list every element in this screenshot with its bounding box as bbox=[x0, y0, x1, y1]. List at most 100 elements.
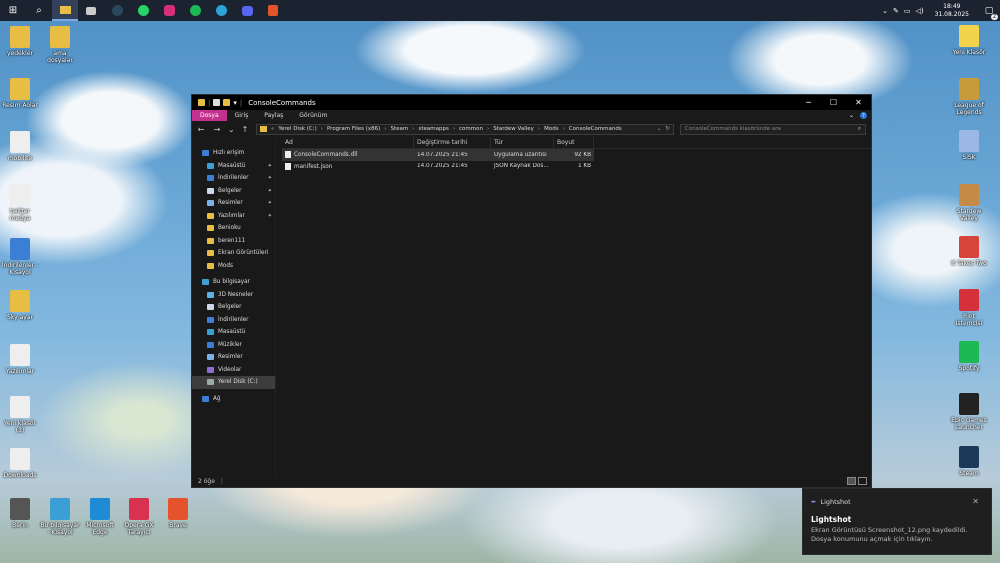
sidebar-item[interactable]: beren111 bbox=[192, 235, 275, 248]
search-icon[interactable]: ⌕ bbox=[26, 0, 52, 21]
column-type[interactable]: Tür bbox=[491, 136, 554, 149]
sidebar-item[interactable]: İndirilenler ✦ bbox=[192, 172, 275, 185]
tab-home[interactable]: Giriş bbox=[227, 110, 257, 121]
desktop-icon[interactable]: Steam bbox=[949, 446, 989, 477]
expand-ribbon-icon[interactable]: ⌄ bbox=[849, 112, 854, 119]
edge-icon[interactable] bbox=[208, 0, 234, 21]
desktop-icon[interactable]: Brave bbox=[158, 498, 198, 529]
desktop-icon[interactable]: Bu bilgisayar - Kısayol bbox=[40, 498, 80, 536]
maximize-button[interactable]: ☐ bbox=[821, 95, 846, 110]
large-icons-view-button[interactable] bbox=[858, 477, 867, 485]
desktop-icon[interactable]: Sky ayar bbox=[0, 290, 40, 321]
sidebar-item[interactable]: Mods bbox=[192, 260, 275, 273]
forward-button[interactable]: → bbox=[212, 125, 222, 134]
desktop-icon[interactable]: League of Legends bbox=[949, 78, 989, 116]
network-icon[interactable]: ▭ bbox=[904, 7, 911, 15]
breadcrumb-item[interactable]: Stardew Valley bbox=[493, 126, 534, 132]
tab-view[interactable]: Görünüm bbox=[291, 110, 335, 121]
desktop-icon[interactable]: Yeni klasör (3) bbox=[0, 396, 40, 434]
desktop-icon[interactable]: twitter medya bbox=[0, 184, 40, 222]
sidebar-item[interactable]: Benioku bbox=[192, 222, 275, 235]
column-name[interactable]: Ad bbox=[282, 136, 414, 149]
close-icon[interactable]: ✕ bbox=[972, 497, 979, 506]
desktop-icon[interactable]: Resim Aolar bbox=[0, 78, 40, 109]
start-icon[interactable]: ⊞ bbox=[0, 0, 26, 21]
volume-icon[interactable]: ◁) bbox=[916, 7, 924, 15]
desktop-icon[interactable]: Microsoft Edge bbox=[80, 498, 120, 536]
column-date[interactable]: Değiştirme tarihi bbox=[414, 136, 491, 149]
notification-center-icon[interactable]: ▢ 2 bbox=[982, 4, 998, 20]
desktop-icon[interactable]: Yeni Klasör bbox=[949, 25, 989, 56]
sidebar-item[interactable]: Yazılımlar ✦ bbox=[192, 210, 275, 223]
refresh-icon[interactable]: ↻ bbox=[665, 126, 670, 132]
chevron-up-icon[interactable]: ⌄ bbox=[882, 7, 888, 15]
desktop-icon[interactable]: Epic Games Launcher bbox=[949, 393, 989, 431]
sidebar-item[interactable]: Hızlı erişim bbox=[192, 147, 275, 160]
address-bar[interactable]: « Yerel Disk (C:) › Program Files (x86) › St… bbox=[256, 123, 674, 135]
recent-locations-icon[interactable]: ⌄ bbox=[228, 125, 235, 134]
column-size[interactable]: Boyut bbox=[554, 136, 594, 149]
up-button[interactable]: ↑ bbox=[240, 125, 250, 134]
file-explorer-icon[interactable] bbox=[52, 0, 78, 21]
toast-notification[interactable]: ✒ Lightshot ✕ Lightshot Ekran Görüntüsü … bbox=[802, 488, 992, 555]
properties-icon[interactable] bbox=[213, 99, 221, 106]
steam-icon[interactable] bbox=[104, 0, 130, 21]
sidebar-item[interactable]: Videolar bbox=[192, 364, 275, 377]
sidebar-item[interactable]: Masaüstü ✦ bbox=[192, 160, 275, 173]
desktop-icon[interactable]: Stardew Valley bbox=[949, 184, 989, 222]
sidebar-item[interactable]: Ekran Görüntüleri bbox=[192, 247, 275, 260]
sidebar-item[interactable]: Müzikler bbox=[192, 339, 275, 352]
search-input[interactable]: ConsoleCommands klasöründe ara ⌕ bbox=[680, 123, 866, 135]
pinned-app-icon[interactable] bbox=[78, 0, 104, 21]
sidebar-item[interactable]: İndirilenler bbox=[192, 314, 275, 327]
desktop-icon[interactable]: SiSK bbox=[949, 130, 989, 161]
breadcrumb-item[interactable]: steamapps bbox=[418, 126, 448, 132]
desktop-icon[interactable]: yedekler bbox=[0, 26, 40, 57]
chevron-down-icon[interactable]: ⌄ bbox=[657, 126, 662, 132]
sidebar-item[interactable]: Yerel Disk (C:) bbox=[192, 376, 275, 389]
desktop-icon[interactable]: Riot İstemcisi bbox=[949, 289, 989, 327]
sidebar-item[interactable]: Resimler ✦ bbox=[192, 197, 275, 210]
desktop-icon[interactable]: Spotify bbox=[949, 341, 989, 372]
tab-file[interactable]: Dosya bbox=[192, 110, 227, 121]
title-bar[interactable]: | ▾ | ConsoleCommands ─ ☐ ✕ bbox=[192, 95, 871, 110]
breadcrumb-item[interactable]: common bbox=[459, 126, 483, 132]
clock[interactable]: 18:49 31.08.2025 bbox=[935, 3, 969, 19]
pen-icon[interactable]: ✎ bbox=[893, 7, 899, 15]
sidebar-item[interactable]: Belgeler bbox=[192, 301, 275, 314]
sidebar-item[interactable]: Resimler bbox=[192, 351, 275, 364]
breadcrumb-item[interactable]: ConsoleCommands bbox=[569, 126, 622, 132]
sidebar-item[interactable]: Bu bilgisayar bbox=[192, 276, 275, 289]
breadcrumb-item[interactable]: Yerel Disk (C:) bbox=[278, 126, 316, 132]
desktop-icon[interactable]: İndirilenler - Kısayol bbox=[0, 238, 40, 276]
desktop-icon[interactable]: ama dosyalar bbox=[40, 26, 80, 64]
desktop-icon[interactable]: Yazılımlar bbox=[0, 344, 40, 375]
chevron-down-icon[interactable]: ▾ bbox=[233, 99, 237, 107]
minimize-button[interactable]: ─ bbox=[796, 95, 821, 110]
desktop-icon[interactable]: Opera GX Tarayıcı bbox=[119, 498, 159, 536]
file-row[interactable]: ConsoleCommands.dll 14.07.2025 21:45 Uygul… bbox=[282, 149, 594, 161]
sidebar-item[interactable]: 3D Nesneler bbox=[192, 289, 275, 302]
close-button[interactable]: ✕ bbox=[846, 95, 871, 110]
desktop-icon[interactable]: Berin bbox=[0, 498, 40, 529]
whatsapp-icon[interactable] bbox=[130, 0, 156, 21]
sidebar-item[interactable]: Ağ bbox=[192, 393, 275, 406]
breadcrumb-item[interactable]: Program Files (x86) bbox=[327, 126, 380, 132]
brave-icon[interactable] bbox=[260, 0, 286, 21]
spotify-icon[interactable] bbox=[182, 0, 208, 21]
new-folder-icon[interactable] bbox=[223, 99, 231, 106]
tab-share[interactable]: Paylaş bbox=[256, 110, 291, 121]
breadcrumb-item[interactable]: Mods bbox=[544, 126, 558, 132]
desktop-icon[interactable]: It Takes Two bbox=[949, 236, 989, 267]
instagram-icon[interactable] bbox=[156, 0, 182, 21]
back-button[interactable]: ← bbox=[196, 125, 206, 134]
desktop-icon[interactable]: Downloads bbox=[0, 448, 40, 479]
details-view-button[interactable] bbox=[847, 477, 856, 485]
desktop-icon[interactable]: mobilite bbox=[0, 131, 40, 162]
sidebar-item[interactable]: Belgeler ✦ bbox=[192, 185, 275, 198]
help-icon[interactable]: ? bbox=[860, 112, 867, 119]
sidebar-item[interactable]: Masaüstü bbox=[192, 326, 275, 339]
discord-icon[interactable] bbox=[234, 0, 260, 21]
breadcrumb-item[interactable]: Steam bbox=[390, 126, 408, 132]
file-row[interactable]: manifest.json 14.07.2025 21:45 JSON Kaynak… bbox=[282, 161, 871, 173]
